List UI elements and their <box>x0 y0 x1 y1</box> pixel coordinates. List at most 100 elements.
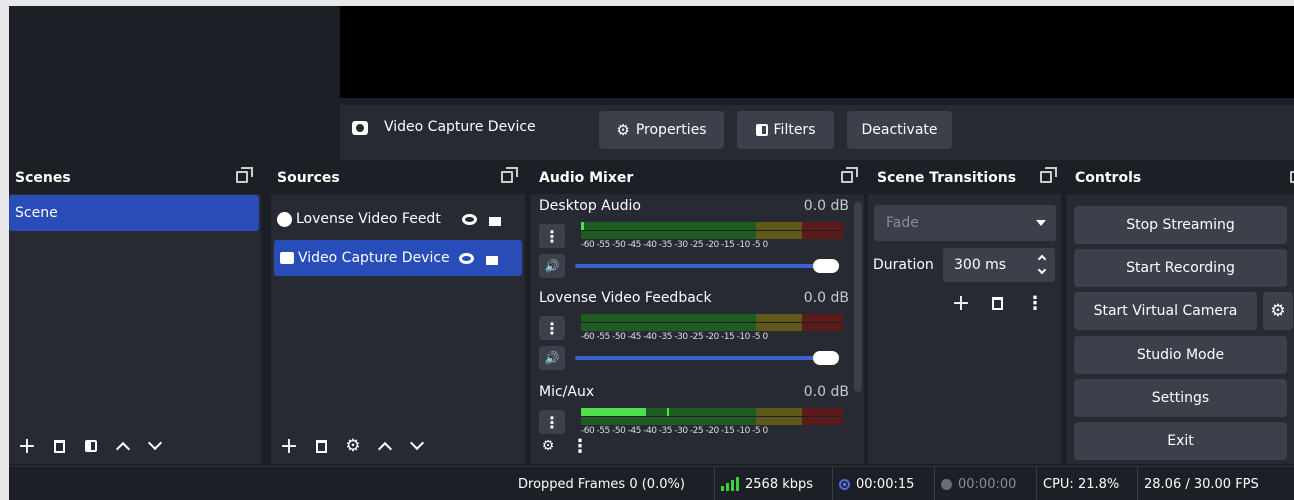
mute-button[interactable]: 🔊 <box>539 254 565 278</box>
chevron-down-icon <box>409 435 425 451</box>
channel-menu-button[interactable]: ⋮ <box>539 316 565 340</box>
add-source-button[interactable]: + <box>273 430 305 462</box>
audio-channel-mic: Mic/Aux 0.0 dB ⋮ -60 -55 -50 -45 -40 -35… <box>539 384 849 434</box>
filter-icon <box>85 440 97 452</box>
sources-toolbar: + ⚙ <box>271 428 525 464</box>
deactivate-button[interactable]: Deactivate <box>847 111 952 149</box>
audio-mixer-dock: Audio Mixer Desktop Audio 0.0 dB ⋮ -60 -… <box>530 162 864 464</box>
remove-transition-button[interactable] <box>982 288 1012 318</box>
add-transition-button[interactable]: + <box>946 288 976 318</box>
source-item-lovense[interactable]: Lovense Video Feedt <box>271 201 525 237</box>
audio-channel-lovense: Lovense Video Feedback 0.0 dB ⋮ -60 -55 … <box>539 290 849 376</box>
scene-list-item[interactable]: Scene <box>9 195 259 231</box>
start-recording-button[interactable]: Start Recording <box>1074 249 1287 287</box>
record-time: 00:00:00 <box>934 467 1022 500</box>
gear-icon: ⚙ <box>345 436 361 456</box>
scenes-title: Scenes <box>15 170 71 186</box>
settings-button[interactable]: Settings <box>1074 379 1287 417</box>
scene-transitions-dock: Scene Transitions Fade Duration 300 ms +… <box>868 162 1061 464</box>
channel-menu-button[interactable]: ⋮ <box>539 224 565 248</box>
audio-mixer-toolbar: ⚙ ⋮ <box>530 428 864 464</box>
chevron-up-icon <box>377 441 393 457</box>
trash-icon <box>991 296 1003 310</box>
cpu-usage: CPU: 21.8% <box>1036 467 1125 500</box>
filters-button[interactable]: Filters <box>737 111 834 149</box>
status-bar: Dropped Frames 0 (0.0%) 2568 kbps 00:00:… <box>9 466 1294 500</box>
mixer-scrollbar[interactable] <box>854 202 862 392</box>
browser-source-icon <box>277 211 292 227</box>
mute-button[interactable]: 🔊 <box>539 346 565 370</box>
plus-icon: + <box>17 433 37 459</box>
channel-db: 0.0 dB <box>803 384 849 400</box>
vertical-dots-icon: ⋮ <box>544 318 560 338</box>
lock-icon[interactable] <box>486 255 498 265</box>
undock-icon[interactable] <box>1040 167 1057 183</box>
undock-icon[interactable] <box>501 167 518 183</box>
gear-icon: ⚙ <box>1270 301 1286 321</box>
meter-ticks: -60 -55 -50 -45 -40 -35 -30 -25 -20 -15 … <box>581 240 768 250</box>
lock-icon[interactable] <box>489 216 501 226</box>
advanced-audio-properties-button[interactable]: ⚙ <box>532 430 564 462</box>
volume-meter <box>581 314 843 331</box>
properties-button[interactable]: ⚙ Properties <box>599 111 724 149</box>
scene-filters-button[interactable] <box>75 430 107 462</box>
studio-mode-button[interactable]: Studio Mode <box>1074 336 1287 374</box>
transition-menu-button[interactable]: ⋮ <box>1020 288 1050 318</box>
source-properties-button[interactable]: ⚙ <box>337 430 369 462</box>
exit-button[interactable]: Exit <box>1074 422 1287 460</box>
scene-transitions-dock-title: Scene Transitions <box>868 162 1061 194</box>
undock-icon[interactable] <box>236 167 253 183</box>
chevron-down-icon <box>147 435 163 451</box>
move-source-up-button[interactable] <box>369 430 401 462</box>
eye-icon[interactable] <box>462 213 477 225</box>
obs-main-window: Video Capture Device ⚙ Properties Filter… <box>9 6 1294 500</box>
plus-icon: + <box>951 290 971 316</box>
speaker-icon: 🔊 <box>544 259 560 273</box>
dropped-frames: Dropped Frames 0 (0.0%) <box>512 467 691 500</box>
move-scene-down-button[interactable] <box>139 430 171 462</box>
move-scene-up-button[interactable] <box>107 430 139 462</box>
scenes-dock-title: Scenes <box>9 162 261 194</box>
volume-slider[interactable] <box>575 259 839 273</box>
fps: 28.06 / 30.00 FPS <box>1137 467 1265 500</box>
vertical-dots-icon: ⋮ <box>571 435 589 457</box>
camera-icon <box>352 121 368 135</box>
remove-scene-button[interactable] <box>43 430 75 462</box>
spin-up-icon[interactable] <box>1037 254 1047 264</box>
volume-slider-handle[interactable] <box>813 351 839 365</box>
volume-slider[interactable] <box>575 351 839 365</box>
virtual-camera-settings-button[interactable]: ⚙ <box>1263 292 1293 330</box>
bitrate-label: 2568 kbps <box>745 476 814 492</box>
channel-db: 0.0 dB <box>803 198 849 214</box>
remove-source-button[interactable] <box>305 430 337 462</box>
volume-meter <box>581 222 843 239</box>
volume-slider-handle[interactable] <box>813 259 839 273</box>
mixer-menu-button[interactable]: ⋮ <box>564 430 596 462</box>
move-source-down-button[interactable] <box>401 430 433 462</box>
vertical-dots-icon: ⋮ <box>544 226 560 246</box>
speaker-icon: 🔊 <box>544 351 560 365</box>
add-scene-button[interactable]: + <box>11 430 43 462</box>
transition-select-value: Fade <box>886 215 919 231</box>
transition-select[interactable]: Fade <box>874 205 1056 241</box>
gears-icon: ⚙ <box>541 438 555 454</box>
stop-streaming-button[interactable]: Stop Streaming <box>1074 206 1287 244</box>
channel-name: Desktop Audio <box>539 198 641 214</box>
record-icon <box>941 478 952 490</box>
duration-spinbox[interactable]: 300 ms <box>943 248 1055 282</box>
dropped-frames-label: Dropped Frames 0 (0.0%) <box>518 476 685 492</box>
start-virtual-camera-button[interactable]: Start Virtual Camera <box>1074 292 1257 330</box>
undock-icon[interactable] <box>841 167 858 183</box>
undock-icon[interactable] <box>1290 171 1294 183</box>
source-item-label: Video Capture Device <box>298 250 450 266</box>
scene-item-label: Scene <box>15 205 58 221</box>
cpu-label: CPU: 21.8% <box>1043 476 1120 492</box>
spin-down-icon[interactable] <box>1037 265 1047 275</box>
filter-icon <box>755 124 768 136</box>
signal-bars-icon <box>721 477 739 491</box>
duration-label: Duration <box>873 257 934 273</box>
eye-icon[interactable] <box>459 252 474 264</box>
controls-dock: Controls Stop Streaming Start Recording … <box>1066 162 1294 464</box>
preview-canvas[interactable] <box>340 6 1294 98</box>
source-item-video-capture[interactable]: Video Capture Device <box>274 240 522 276</box>
